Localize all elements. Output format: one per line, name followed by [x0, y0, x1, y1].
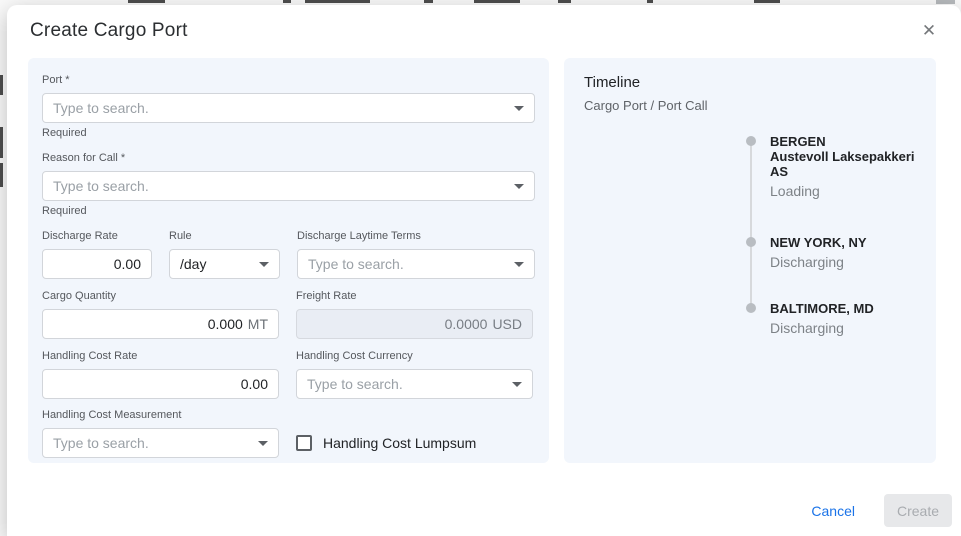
reason-for-call-placeholder: Type to search.: [53, 178, 506, 194]
timeline-call-reason: Loading: [770, 183, 916, 200]
handling-cost-rate-value: 0.00: [241, 376, 268, 392]
background-artifact: [0, 163, 3, 187]
timeline-entry-text: BERGEN Austevoll Laksepakkeri AS Loading: [770, 134, 916, 200]
timeline-entry-text: NEW YORK, NY Discharging: [770, 235, 916, 271]
handling-cost-rate-label: Handling Cost Rate: [42, 350, 279, 363]
handling-cost-measurement-input[interactable]: Type to search.: [42, 428, 279, 458]
timeline-list: BERGEN Austevoll Laksepakkeri AS Loading…: [746, 134, 916, 337]
reason-for-call-input[interactable]: Type to search.: [42, 171, 535, 201]
close-icon[interactable]: ✕: [917, 19, 941, 43]
dialog-content: Port * Type to search. Required Reason f…: [7, 58, 961, 463]
timeline-entry-baltimore: BALTIMORE, MD Discharging: [746, 301, 916, 337]
handling-cost-currency-input[interactable]: Type to search.: [296, 369, 533, 399]
discharge-laytime-terms-field-group: Discharge Laytime Terms Type to search.: [297, 230, 535, 279]
create-cargo-port-dialog: Create Cargo Port ✕ Port * Type to searc…: [7, 5, 961, 536]
chevron-down-icon: [259, 262, 269, 267]
quantity-freight-row: Cargo Quantity 0.000 MT Freight Rate 0.0…: [42, 290, 535, 339]
handling-cost-rate-field-group: Handling Cost Rate 0.00: [42, 350, 279, 399]
background-artifact: [474, 0, 520, 3]
cargo-quantity-field-group: Cargo Quantity 0.000 MT: [42, 290, 279, 339]
freight-rate-unit: USD: [492, 316, 522, 332]
background-artifact: [754, 0, 780, 3]
chevron-down-icon: [514, 184, 524, 189]
background-artifact: [283, 0, 291, 3]
chevron-down-icon: [512, 382, 522, 387]
dialog-header: Create Cargo Port ✕: [7, 5, 961, 58]
handling-cost-lumpsum-checkbox-row[interactable]: Handling Cost Lumpsum: [296, 435, 476, 451]
timeline-panel: Timeline Cargo Port / Port Call BERGEN A…: [564, 58, 936, 463]
discharge-laytime-terms-label: Discharge Laytime Terms: [297, 230, 535, 243]
cargo-quantity-unit: MT: [248, 316, 268, 332]
timeline-port-detail: Austevoll Laksepakkeri AS: [770, 149, 916, 179]
background-artifact: [424, 0, 433, 3]
chevron-down-icon: [258, 441, 268, 446]
timeline-dot-icon: [746, 303, 756, 313]
rule-label: Rule: [169, 230, 280, 243]
rule-value: /day: [180, 256, 251, 272]
cargo-quantity-label: Cargo Quantity: [42, 290, 279, 303]
timeline-dot-icon: [746, 136, 756, 146]
discharge-laytime-terms-input[interactable]: Type to search.: [297, 249, 535, 279]
reason-for-call-field-group: Reason for Call * Type to search. Requir…: [42, 152, 535, 218]
cargo-quantity-input[interactable]: 0.000 MT: [42, 309, 279, 339]
handling-cost-currency-placeholder: Type to search.: [307, 376, 504, 392]
background-artifact: [558, 0, 571, 3]
timeline-title: Timeline: [584, 74, 916, 91]
timeline-port-name: BERGEN: [770, 134, 916, 149]
timeline-entry-text: BALTIMORE, MD Discharging: [770, 301, 916, 337]
handling-cost-measurement-field-group: Handling Cost Measurement Type to search…: [42, 409, 279, 458]
timeline-dot-icon: [746, 237, 756, 247]
port-input[interactable]: Type to search.: [42, 93, 535, 123]
freight-rate-field-group: Freight Rate 0.0000 USD: [296, 290, 533, 339]
checkbox-unchecked-icon[interactable]: [296, 435, 312, 451]
dialog-title: Create Cargo Port: [30, 20, 931, 42]
timeline-subtitle: Cargo Port / Port Call: [584, 98, 916, 113]
discharge-row: Discharge Rate 0.00 Rule /day Discharge …: [42, 230, 535, 279]
timeline-entry-new-york: NEW YORK, NY Discharging: [746, 235, 916, 271]
background-artifact: [305, 0, 370, 3]
cargo-quantity-value: 0.000: [208, 316, 243, 332]
port-label: Port *: [42, 74, 535, 87]
reason-for-call-label: Reason for Call *: [42, 152, 535, 165]
port-placeholder: Type to search.: [53, 100, 506, 116]
port-field-group: Port * Type to search. Required: [42, 74, 535, 140]
timeline-call-reason: Discharging: [770, 254, 916, 271]
background-artifact: [936, 0, 955, 4]
timeline-entry-bergen: BERGEN Austevoll Laksepakkeri AS Loading: [746, 134, 916, 200]
timeline-port-name: NEW YORK, NY: [770, 235, 916, 250]
freight-rate-label: Freight Rate: [296, 290, 533, 303]
background-artifact: [128, 0, 165, 3]
freight-rate-input: 0.0000 USD: [296, 309, 533, 339]
chevron-down-icon: [514, 262, 524, 267]
rule-field-group: Rule /day: [169, 230, 280, 279]
discharge-rate-label: Discharge Rate: [42, 230, 152, 243]
dialog-footer: Cancel Create: [7, 494, 961, 527]
measurement-lumpsum-row: Handling Cost Measurement Type to search…: [42, 409, 535, 458]
port-required-helper: Required: [42, 127, 535, 140]
discharge-rate-field-group: Discharge Rate 0.00: [42, 230, 152, 279]
timeline-port-name: BALTIMORE, MD: [770, 301, 916, 316]
handling-cost-measurement-label: Handling Cost Measurement: [42, 409, 279, 422]
handling-cost-measurement-placeholder: Type to search.: [53, 435, 250, 451]
handling-cost-rate-input[interactable]: 0.00: [42, 369, 279, 399]
cargo-port-form: Port * Type to search. Required Reason f…: [28, 58, 549, 463]
handling-cost-row: Handling Cost Rate 0.00 Handling Cost Cu…: [42, 350, 535, 399]
page-background: { "dialog": { "title": "Create Cargo Por…: [0, 0, 961, 536]
handling-cost-currency-field-group: Handling Cost Currency Type to search.: [296, 350, 533, 399]
background-artifact: [0, 75, 3, 95]
handling-cost-currency-label: Handling Cost Currency: [296, 350, 533, 363]
background-artifact: [647, 0, 653, 3]
discharge-rate-value: 0.00: [114, 256, 141, 272]
background-artifact: [0, 127, 3, 158]
chevron-down-icon: [514, 106, 524, 111]
reason-for-call-required-helper: Required: [42, 205, 535, 218]
discharge-rate-input[interactable]: 0.00: [42, 249, 152, 279]
timeline-call-reason: Discharging: [770, 320, 916, 337]
discharge-laytime-terms-placeholder: Type to search.: [308, 256, 506, 272]
handling-cost-lumpsum-label: Handling Cost Lumpsum: [323, 435, 476, 451]
cancel-button[interactable]: Cancel: [809, 497, 857, 525]
create-button[interactable]: Create: [884, 494, 952, 527]
rule-select[interactable]: /day: [169, 249, 280, 279]
freight-rate-value: 0.0000: [445, 316, 488, 332]
